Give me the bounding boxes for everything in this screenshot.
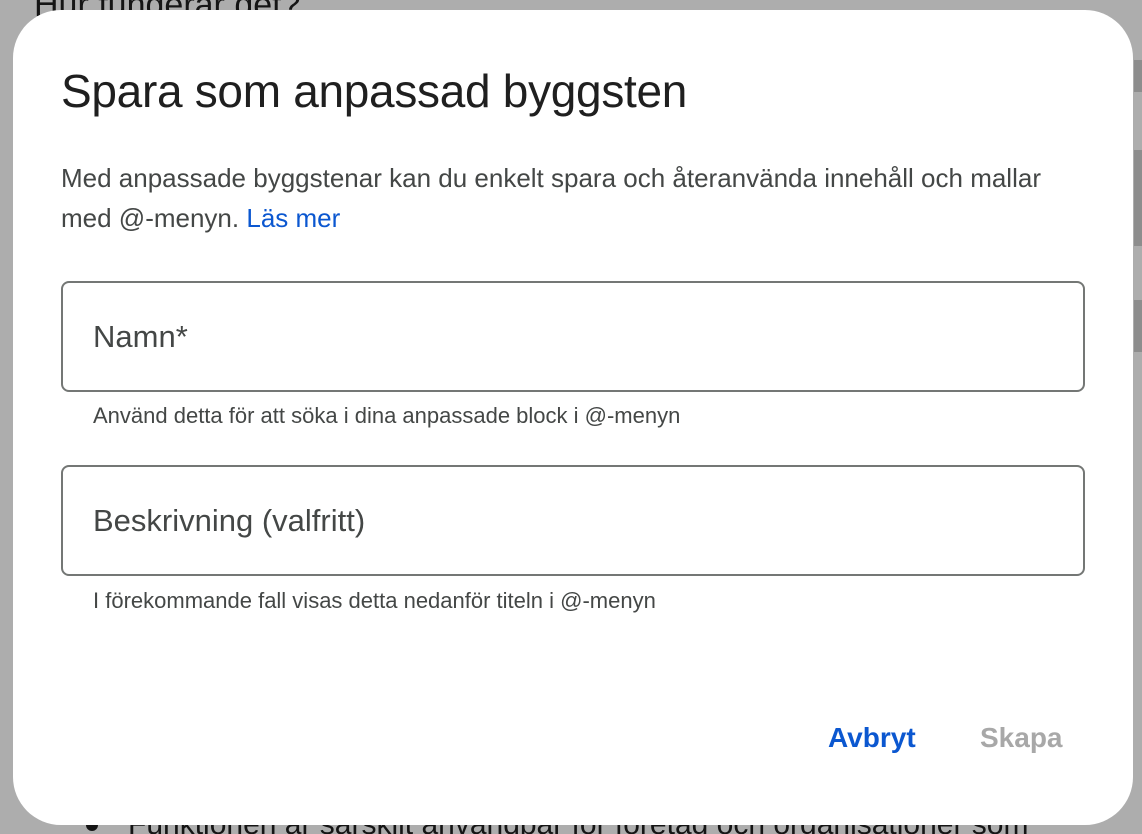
description-field[interactable] xyxy=(61,465,1085,576)
dialog-description: Med anpassade byggstenar kan du enkelt s… xyxy=(61,158,1071,238)
description-helper-text: I förekommande fall visas detta nedanför… xyxy=(93,588,656,613)
cancel-button[interactable]: Avbryt xyxy=(818,716,926,760)
learn-more-link[interactable]: Läs mer xyxy=(246,203,340,233)
name-field[interactable] xyxy=(61,281,1085,392)
name-helper-text: Använd detta för att söka i dina anpassa… xyxy=(93,403,681,428)
dialog-description-text: Med anpassade byggstenar kan du enkelt s… xyxy=(61,163,1041,233)
dialog-title: Spara som anpassad byggsten xyxy=(61,65,688,117)
create-button[interactable]: Skapa xyxy=(970,716,1073,760)
name-input[interactable] xyxy=(63,283,1083,390)
description-input[interactable] xyxy=(63,467,1083,574)
save-building-block-dialog: Spara som anpassad byggsten Med anpassad… xyxy=(13,10,1133,825)
